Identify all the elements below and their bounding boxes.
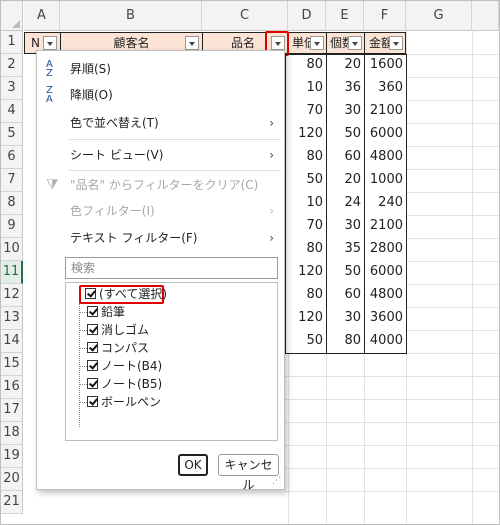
window-border <box>0 0 500 525</box>
spreadsheet: A B C D E F G 1 2 3 4 5 6 7 8 9 10 11 12… <box>0 0 500 525</box>
